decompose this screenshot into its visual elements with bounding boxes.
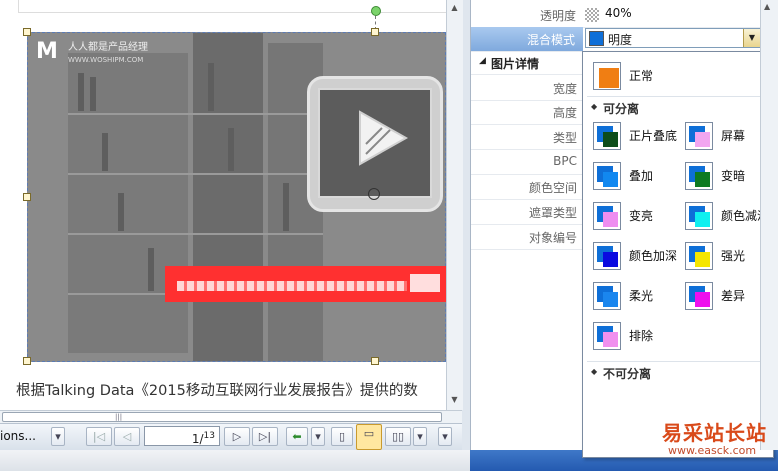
blend-swatch-icon xyxy=(593,242,621,270)
property-row-type[interactable]: 类型 xyxy=(471,125,583,150)
menu-item-label: 屏幕 xyxy=(721,129,746,143)
resize-handle-top[interactable] xyxy=(371,28,379,36)
scroll-grip-icon: ||| xyxy=(115,413,123,421)
rotate-handle[interactable] xyxy=(371,6,381,16)
blend-swatch-icon xyxy=(593,282,621,310)
blend-swatch-icon xyxy=(685,282,713,310)
group-non-separable: ◆ 不可分离 xyxy=(587,361,769,382)
logo-url: WWW.WOSHIPM.COM xyxy=(68,56,144,64)
blend-swatch-icon xyxy=(589,31,604,46)
blend-swatch-icon xyxy=(685,202,713,230)
collapse-arrow-icon[interactable]: ◢ xyxy=(479,56,486,66)
previous-block-border xyxy=(18,0,450,13)
blend-swatch-icon xyxy=(593,122,621,150)
scroll-up-arrow-icon[interactable]: ▲ xyxy=(764,2,770,11)
bullet-icon: ◆ xyxy=(591,102,598,111)
previous-page-icon[interactable]: ◁ xyxy=(114,427,140,446)
menu-item-label: 叠加 xyxy=(629,169,654,183)
menu-item-label: 颜色加深 xyxy=(629,249,678,263)
blend-mode-menu: 正常 ◆ 可分离 正片叠底 屏幕叠加 变暗变亮 颜色减淡颜色加深 强光柔光 差异排除 ◆ 不可… xyxy=(582,51,774,458)
continuous-view-icon[interactable]: ▭ xyxy=(356,424,382,450)
page-number-field[interactable]: 1/13 xyxy=(144,426,220,446)
blend-swatch-icon xyxy=(593,202,621,230)
menu-item-blend-6[interactable]: 颜色加深 xyxy=(587,238,677,270)
menu-item-label: 差异 xyxy=(721,289,746,303)
blend-mode-label-cell: 混合模式 xyxy=(471,27,583,52)
property-row-object-number[interactable]: 对象编号 xyxy=(471,225,583,250)
document-vertical-scrollbar[interactable]: ▲ ▼ xyxy=(446,0,463,410)
menu-item-label: 排除 xyxy=(629,329,654,343)
horizontal-scroll-thumb[interactable] xyxy=(2,412,442,422)
first-page-icon[interactable]: |◁ xyxy=(86,427,112,446)
single-page-view-icon[interactable]: ▯ xyxy=(331,427,353,446)
menu-item-label: 强光 xyxy=(721,249,746,263)
menu-item-blend-9[interactable]: 差异 xyxy=(679,278,769,310)
blend-swatch-icon xyxy=(685,122,713,150)
scroll-up-arrow-icon[interactable]: ▲ xyxy=(449,2,460,14)
menu-item-blend-7[interactable]: 强光 xyxy=(679,238,769,270)
next-page-icon[interactable]: ▷ xyxy=(224,427,250,446)
menu-item-label: 柔光 xyxy=(629,289,654,303)
menu-item-label: 变亮 xyxy=(629,209,654,223)
scroll-down-arrow-icon[interactable]: ▼ xyxy=(449,394,460,406)
redacted-text-band xyxy=(165,266,447,302)
menu-item-normal[interactable]: 正常 xyxy=(587,58,767,90)
property-row-mask-type[interactable]: 遮罩类型 xyxy=(471,200,583,225)
property-row-height[interactable]: 高度 xyxy=(471,100,583,125)
menu-item-label: 正片叠底 xyxy=(629,129,678,143)
play-icon xyxy=(352,108,412,171)
options-dropdown-button[interactable]: ▾ xyxy=(51,427,65,446)
woshipm-logo: M xyxy=(36,39,58,64)
resize-handle-top-left[interactable] xyxy=(23,28,31,36)
property-row-colorspace[interactable]: 颜色空间 xyxy=(471,175,583,200)
bullet-icon: ◆ xyxy=(591,367,598,376)
last-page-icon[interactable]: ▷| xyxy=(252,427,278,446)
bookshelf-center xyxy=(193,33,263,361)
property-row-bpc[interactable]: BPC xyxy=(471,150,583,175)
menu-item-blend-2[interactable]: 叠加 xyxy=(587,158,677,190)
menu-item-blend-4[interactable]: 变亮 xyxy=(587,198,677,230)
blend-swatch-icon xyxy=(593,322,621,350)
panel-vertical-scrollbar[interactable]: ▲ xyxy=(760,0,778,450)
view-mode-dropdown[interactable]: ▾ xyxy=(413,427,427,446)
go-back-icon[interactable]: ⬅ xyxy=(286,427,308,446)
back-history-dropdown[interactable]: ▾ xyxy=(311,427,325,446)
menu-item-blend-10[interactable]: 排除 xyxy=(587,318,677,350)
transparency-row[interactable]: 透明度 40% xyxy=(471,3,771,28)
blend-swatch-icon xyxy=(685,242,713,270)
logo-name: 人人都是产品经理 xyxy=(68,42,148,53)
property-row-width[interactable]: 宽度 xyxy=(471,76,583,101)
view-options-select[interactable]: ions... xyxy=(0,427,52,446)
body-paragraph: 根据Talking Data《2015移动互联网行业发展报告》提供的数 xyxy=(16,383,418,399)
watermark-text: 易采站长站 xyxy=(662,421,767,445)
menu-item-blend-8[interactable]: 柔光 xyxy=(587,278,677,310)
resize-handle-bottom-left[interactable] xyxy=(23,357,31,365)
group-separable: ◆ 可分离 xyxy=(587,96,769,117)
center-marker-icon xyxy=(368,188,380,200)
blend-swatch-icon xyxy=(685,162,713,190)
resize-handle-bottom[interactable] xyxy=(371,357,379,365)
blend-swatch-icon xyxy=(599,68,619,88)
menu-item-blend-0[interactable]: 正片叠底 xyxy=(587,118,677,150)
menu-item-label: 变暗 xyxy=(721,169,746,183)
facing-pages-icon[interactable]: ▯▯ xyxy=(385,427,411,446)
menu-item-blend-1[interactable]: 屏幕 xyxy=(679,118,769,150)
document-canvas[interactable]: M 人人都是产品经理 WWW.WOSHIPM.COM 根据Talking Dat… xyxy=(0,0,462,410)
menu-item-blend-5[interactable]: 颜色减淡 xyxy=(679,198,769,230)
chevron-down-icon[interactable]: ▼ xyxy=(743,29,760,47)
resize-handle-left[interactable] xyxy=(23,193,31,201)
blend-swatch-icon xyxy=(593,162,621,190)
blend-mode-combobox[interactable]: 明度 ▼ xyxy=(585,28,761,48)
transparency-pattern-icon xyxy=(585,8,599,22)
document-horizontal-scrollbar[interactable]: ||| xyxy=(0,410,462,424)
watermark-url: www.easck.com xyxy=(668,444,757,457)
bookshelf-left xyxy=(68,53,188,353)
toolbar-more-dropdown[interactable]: ▾ xyxy=(438,427,452,446)
menu-item-blend-3[interactable]: 变暗 xyxy=(679,158,769,190)
page-total: 13 xyxy=(203,431,215,441)
